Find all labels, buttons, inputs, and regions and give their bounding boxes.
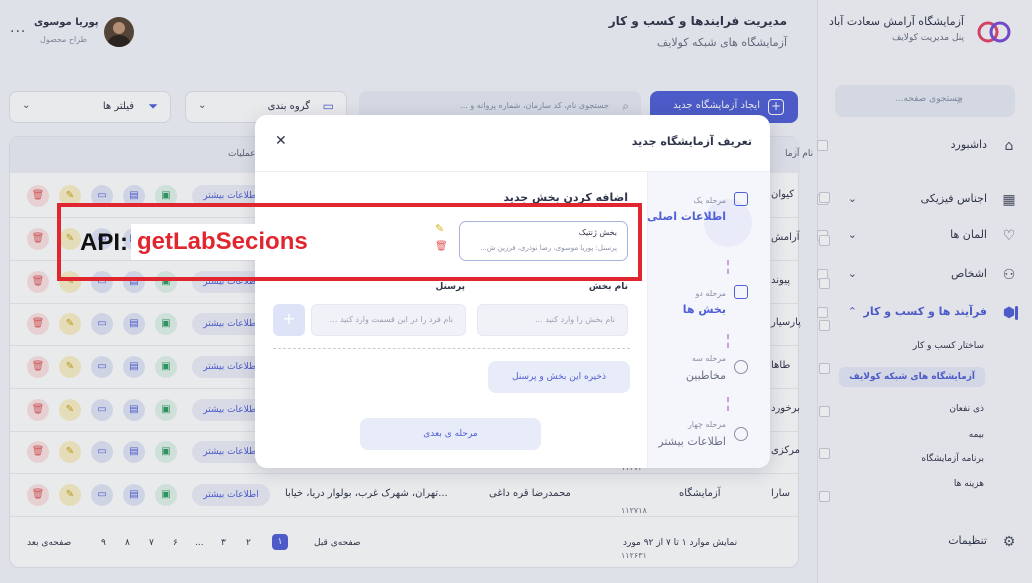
step-kicker: مرحله دو bbox=[695, 289, 726, 298]
step-kicker: مرحله چهار bbox=[687, 420, 726, 429]
add-staff-button[interactable]: + bbox=[273, 304, 305, 336]
section-name-input[interactable]: نام بخش را وارد کنید ... bbox=[477, 304, 628, 336]
step-kicker: مرحله سه bbox=[691, 354, 726, 363]
new-lab-modal: تعریف آزمایشگاه جدید ✕ مرحله یک اطلاعات … bbox=[255, 115, 770, 468]
section-name-placeholder: نام بخش را وارد کنید ... bbox=[535, 315, 615, 324]
person-icon bbox=[734, 360, 748, 374]
step-connector bbox=[727, 260, 729, 274]
save-section-button[interactable]: ذخیره این بخش و پرسنل bbox=[488, 361, 630, 393]
step-connector bbox=[727, 397, 729, 411]
step-title[interactable]: بخش ها bbox=[683, 303, 726, 316]
folder-icon bbox=[734, 285, 748, 299]
dashed-divider bbox=[273, 348, 630, 349]
annotation-prefix: API: bbox=[80, 229, 128, 256]
staff-input[interactable]: نام فرد را در این قسمت وارد کنید ... bbox=[311, 304, 466, 336]
close-icon[interactable]: ✕ bbox=[275, 133, 287, 149]
document-icon bbox=[734, 192, 748, 206]
staff-label: پرسنل bbox=[435, 282, 465, 292]
next-step-button[interactable]: مرحله ی بعدی bbox=[360, 418, 541, 450]
stepper: مرحله یک اطلاعات اصلی مرحله دو بخش ها مر… bbox=[647, 172, 770, 468]
section-name-label: نام بخش bbox=[588, 282, 628, 292]
step-connector bbox=[727, 334, 729, 348]
staff-placeholder: نام فرد را در این قسمت وارد کنید ... bbox=[329, 315, 453, 324]
step-title[interactable]: مخاطبین bbox=[686, 369, 726, 382]
modal-title: تعریف آزمایشگاه جدید bbox=[631, 135, 752, 148]
info-icon bbox=[734, 427, 748, 441]
step-kicker: مرحله یک bbox=[693, 196, 726, 205]
step-title[interactable]: اطلاعات بیشتر bbox=[658, 435, 726, 448]
annotation-function: getLabSecions bbox=[131, 224, 314, 260]
step-title[interactable]: اطلاعات اصلی bbox=[647, 210, 726, 223]
step-highlight bbox=[704, 199, 752, 247]
